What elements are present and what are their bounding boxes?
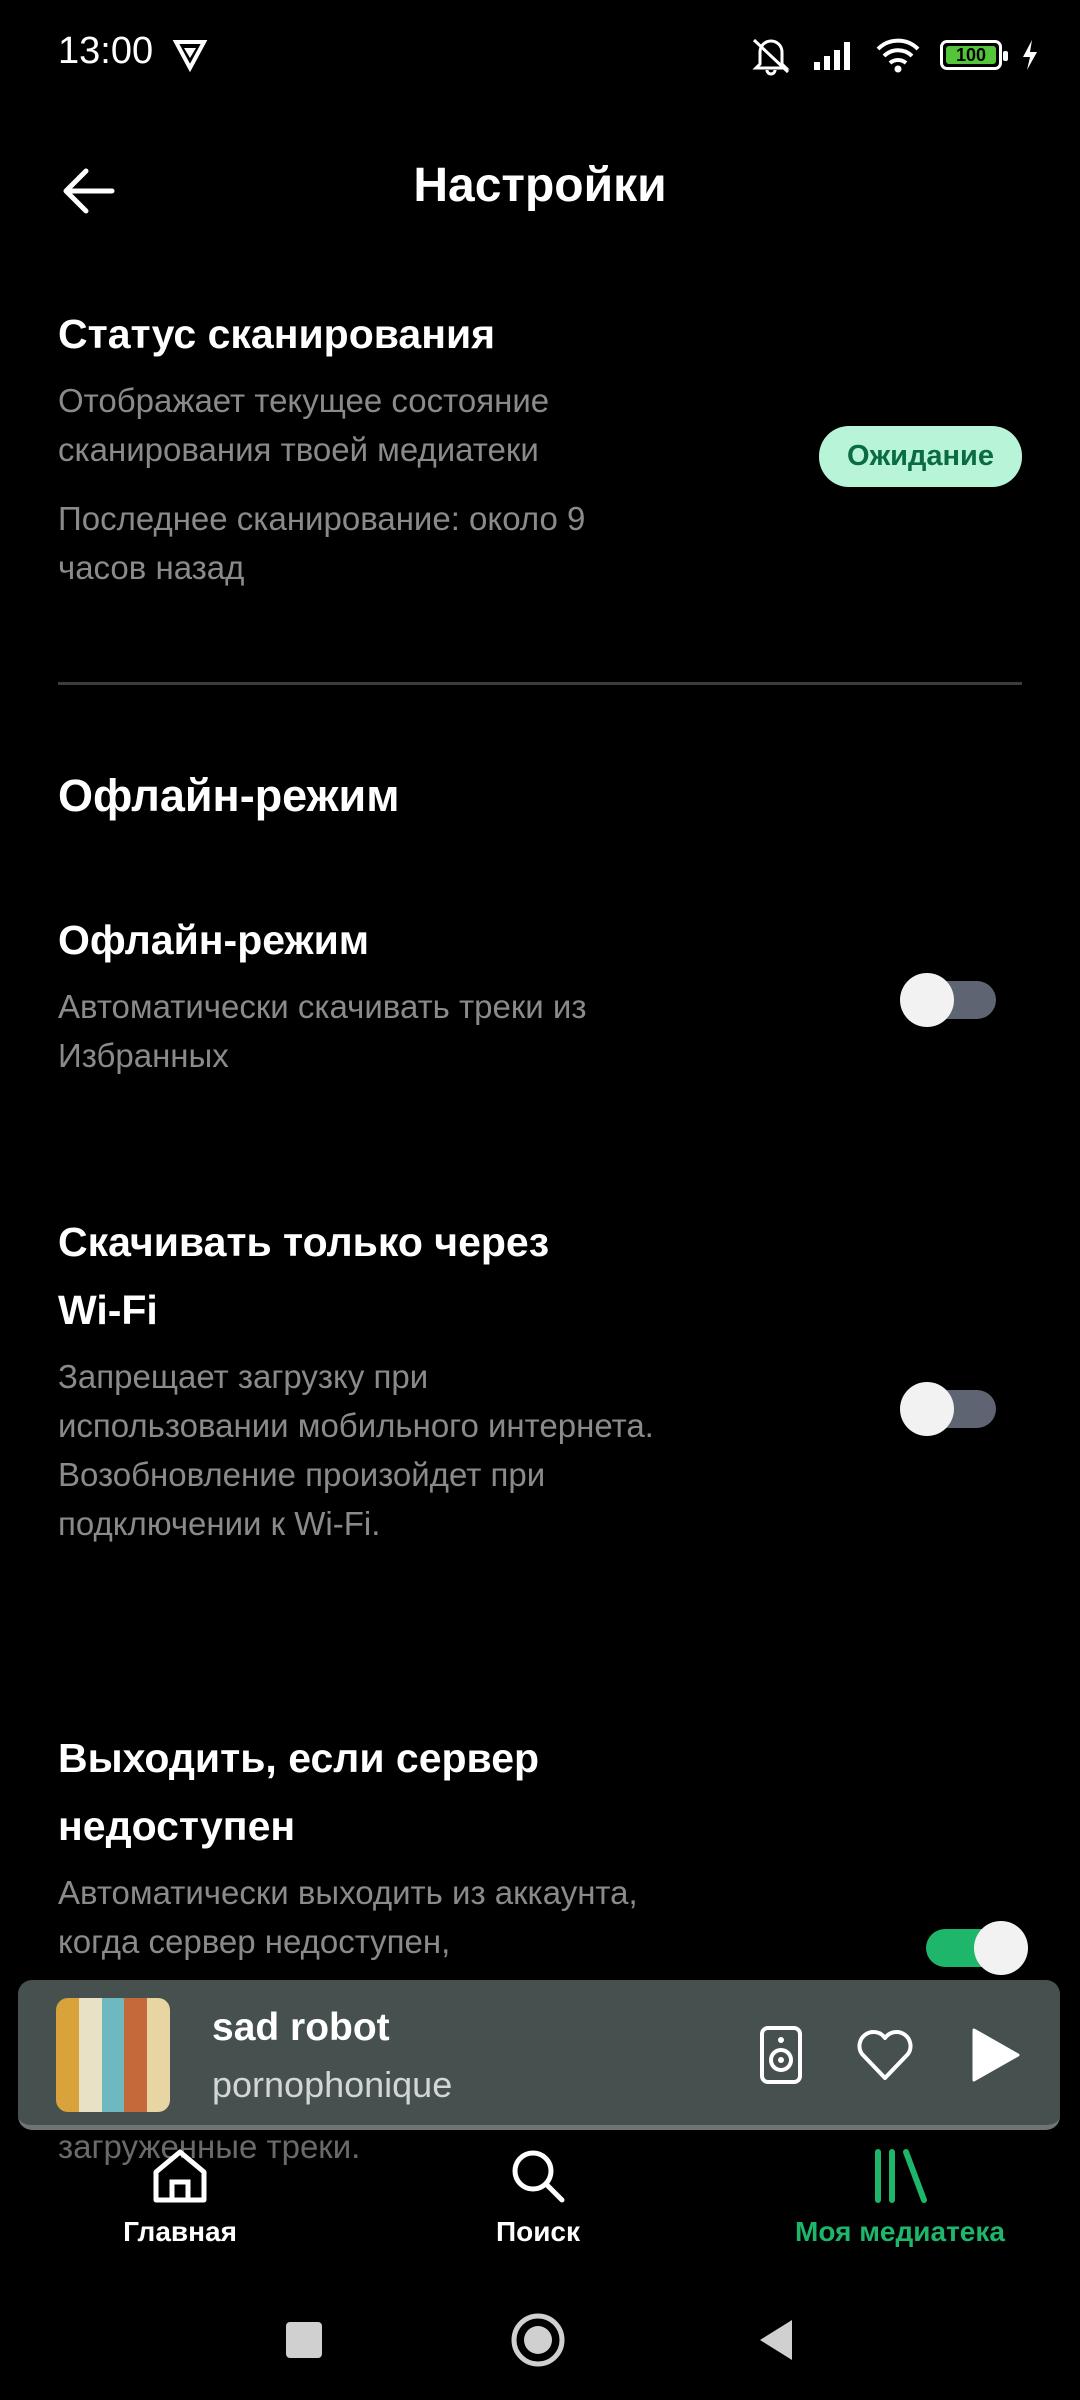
system-navigation-bar (0, 2270, 1080, 2400)
nav-label: Поиск (495, 2216, 581, 2247)
signal-icon (814, 42, 850, 70)
track-title: sad robot (212, 2006, 390, 2049)
search-icon (512, 2150, 565, 2203)
setting-description: Автоматически выходить из аккаунта, когд… (58, 1874, 638, 1960)
charging-icon (1023, 40, 1037, 70)
scan-status-badge: Ожидание (819, 426, 1022, 487)
status-icons: 100 (748, 30, 1040, 80)
setting-wifi-only[interactable]: Скачивать только через Wi-Fi Запрещает з… (58, 1208, 1022, 1548)
scan-status-title: Статус сканирования (58, 311, 496, 357)
nav-item-library[interactable]: Моя медиатека (750, 2144, 1050, 2248)
nav-label: Моя медиатека (795, 2216, 1005, 2247)
wifi-icon (876, 38, 920, 73)
home-icon (153, 2149, 207, 2203)
vpn-icon (172, 40, 208, 72)
silent-alarm-icon (752, 38, 790, 76)
scan-status-description: Отображает текущее состояние сканировани… (58, 382, 550, 468)
page-title: Настройки (413, 159, 667, 212)
mini-player[interactable]: sad robot pornophonique (18, 1980, 1060, 2130)
nav-label: Главная (123, 2216, 237, 2247)
logout-toggle[interactable] (926, 1921, 1028, 1975)
offline-mode-toggle[interactable] (900, 973, 996, 1027)
nav-item-search[interactable]: Поиск (388, 2144, 688, 2248)
battery-level: 100 (955, 44, 987, 65)
status-bar: 13:00 100 (0, 0, 1080, 110)
divider (58, 682, 1022, 685)
setting-title: Офлайн-режим (58, 917, 370, 963)
recent-apps-icon[interactable] (274, 2310, 334, 2370)
setting-title: Выходить, если сервер недоступен (58, 1735, 540, 1849)
heart-icon[interactable] (854, 2024, 916, 2086)
play-icon[interactable] (962, 2024, 1024, 2086)
track-artist: pornophonique (212, 2064, 453, 2105)
setting-logout-server-unavailable[interactable]: Выходить, если сервер недоступен Автомат… (58, 1724, 1022, 1966)
setting-title: Скачивать только через Wi-Fi (58, 1219, 550, 1333)
wifi-only-toggle[interactable] (900, 1382, 996, 1436)
battery-indicator: 100 (940, 40, 1008, 70)
home-button-icon[interactable] (508, 2310, 568, 2370)
last-scan-text: Последнее сканирование: около 9 часов на… (58, 500, 586, 586)
library-icon (875, 2149, 927, 2203)
setting-offline-mode[interactable]: Офлайн-режим Автоматически скачивать тре… (58, 906, 1022, 1080)
status-time: 13:00 (58, 30, 154, 72)
back-button-icon[interactable] (748, 2310, 808, 2370)
setting-description: Запрещает загрузку при использовании моб… (58, 1358, 654, 1542)
album-cover (56, 1998, 170, 2112)
header: Настройки (0, 140, 1080, 230)
bottom-navigation: Главная Поиск Моя медиатека (0, 2130, 1080, 2270)
offline-section-heading: Офлайн-режим (58, 770, 400, 821)
speaker-icon[interactable] (750, 2024, 812, 2086)
setting-description: Автоматически скачивать треки из Избранн… (58, 988, 587, 1074)
nav-item-home[interactable]: Главная (30, 2144, 330, 2248)
